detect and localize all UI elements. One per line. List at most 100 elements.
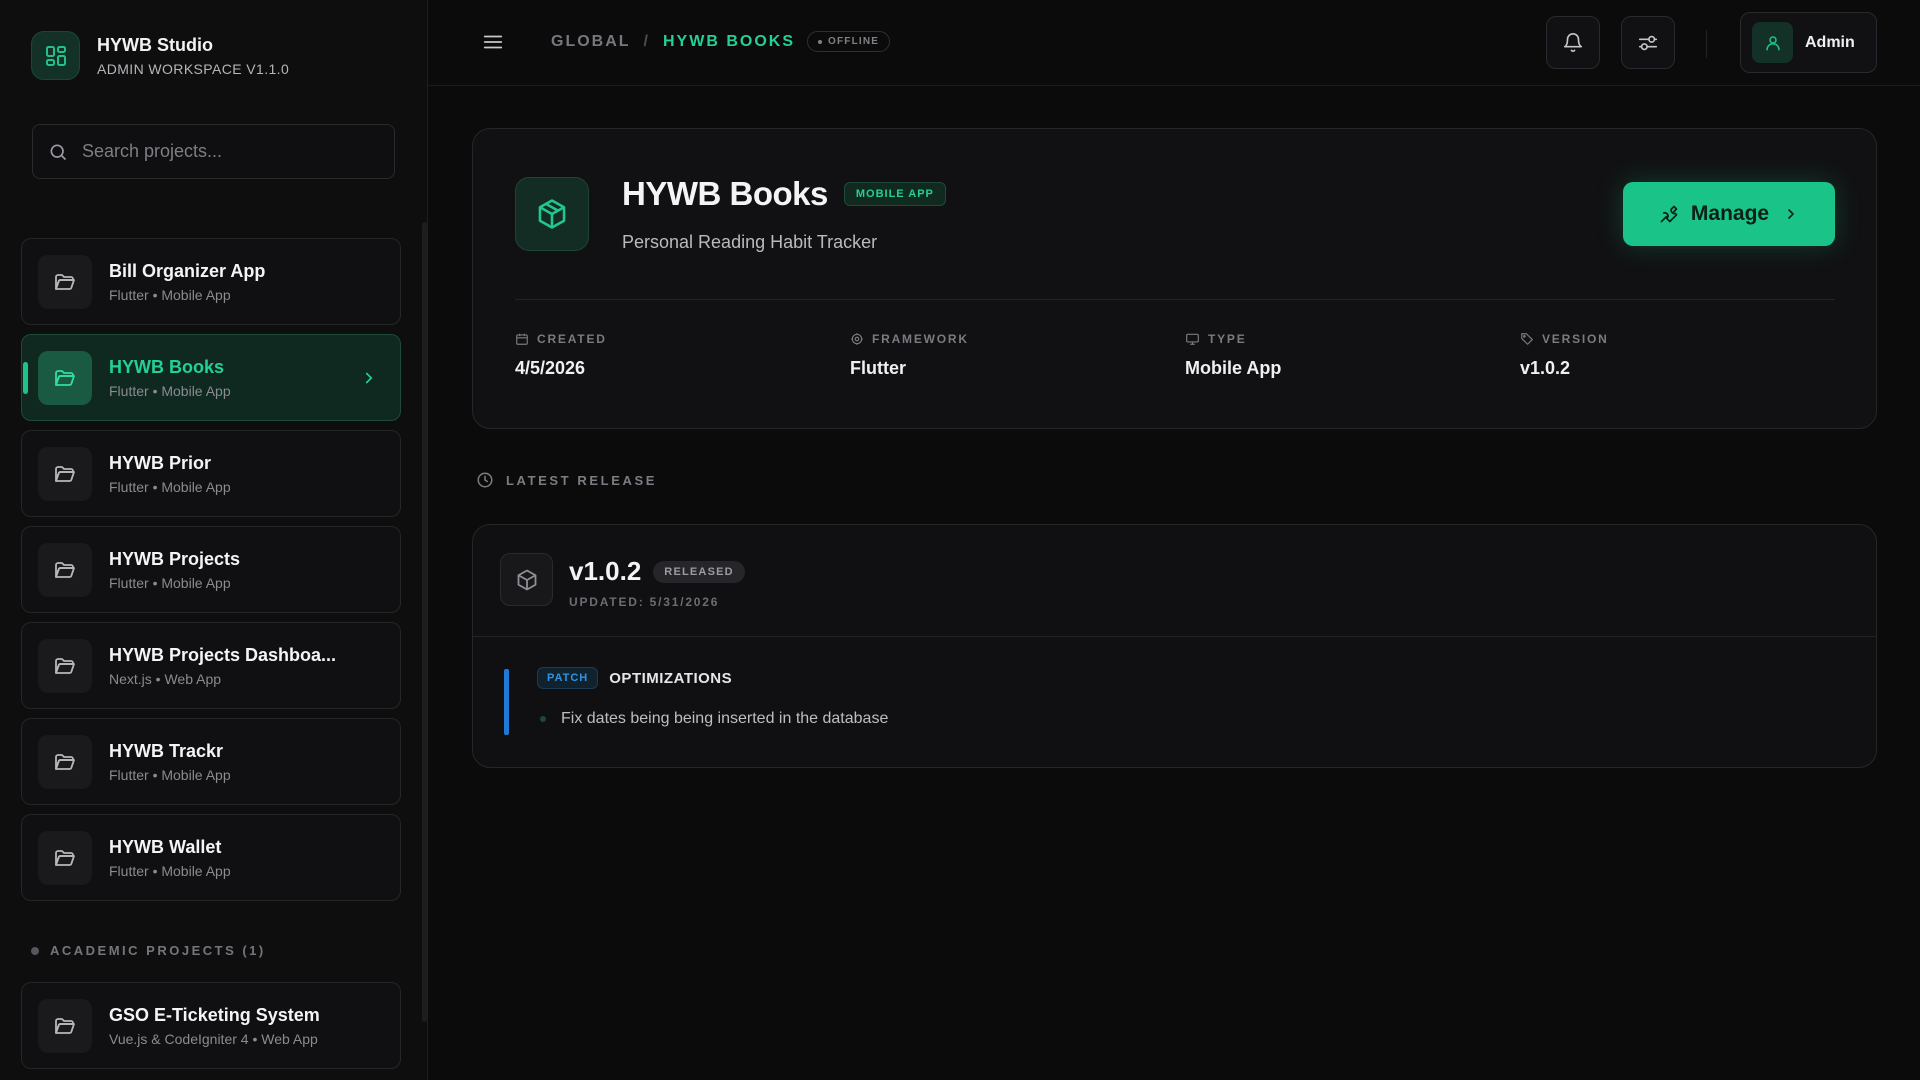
release-group-header: PATCH OPTIMIZATIONS — [537, 667, 732, 689]
sidebar-item-gso-e-ticketing[interactable]: GSO E-Ticketing System Vue.js & CodeIgni… — [21, 982, 401, 1069]
project-name: HYWB Wallet — [109, 836, 222, 857]
sliders-icon — [1637, 32, 1659, 54]
project-meta: Flutter • Mobile App — [109, 766, 231, 783]
header-divider — [1706, 30, 1707, 58]
monitor-icon — [1186, 333, 1199, 345]
search-icon — [48, 142, 68, 162]
page-title: HYWB Books — [622, 175, 828, 212]
top-header: GLOBAL / HYWB BOOKS OFFLINE Admin — [428, 0, 1920, 86]
project-meta: Flutter • Mobile App — [109, 574, 231, 591]
folder-icon — [38, 446, 92, 501]
card-divider — [515, 299, 1835, 300]
stat-framework: FRAMEWORK Flutter — [850, 332, 969, 379]
sidebar-scrollbar[interactable] — [422, 222, 427, 1022]
release-divider — [473, 636, 1876, 637]
project-name: HYWB Projects Dashboa... — [109, 644, 337, 665]
breadcrumb-current: HYWB BOOKS — [663, 32, 795, 50]
user-icon — [1752, 22, 1793, 63]
folder-icon — [38, 542, 92, 597]
sidebar-item-hywb-trackr[interactable]: HYWB Trackr Flutter • Mobile App — [21, 718, 401, 805]
project-meta: Flutter • Mobile App — [109, 382, 231, 399]
status-dot-icon — [818, 39, 822, 44]
dot-icon — [31, 946, 39, 955]
project-name: HYWB Projects — [109, 548, 241, 569]
project-meta: Next.js • Web App — [109, 670, 222, 687]
sidebar-item-bill-organizer-app[interactable]: Bill Organizer App Flutter • Mobile App — [21, 238, 401, 325]
project-list: Bill Organizer App Flutter • Mobile App … — [21, 238, 401, 910]
release-version: v1.0.2 — [569, 556, 642, 586]
folder-icon — [38, 638, 92, 693]
stat-value: Mobile App — [1185, 358, 1282, 378]
stat-label: FRAMEWORK — [872, 332, 969, 346]
filters-button[interactable] — [1621, 16, 1675, 69]
list-item: Fix dates being being inserted in the da… — [540, 710, 888, 728]
project-name: GSO E-Ticketing System — [109, 1004, 320, 1025]
project-meta: Flutter • Mobile App — [109, 862, 231, 879]
breadcrumb-global[interactable]: GLOBAL — [551, 33, 631, 51]
brand[interactable]: HYWB Studio ADMIN WORKSPACE V1.1.0 — [31, 31, 289, 80]
folder-open-icon — [38, 350, 92, 405]
project-name: HYWB Trackr — [109, 740, 224, 761]
menu-icon[interactable] — [482, 31, 504, 53]
patch-accent-bar — [504, 669, 509, 735]
calendar-icon — [516, 333, 528, 345]
project-type-badge: MOBILE APP — [843, 182, 946, 206]
project-name: Bill Organizer App — [109, 260, 266, 281]
manage-button[interactable]: Manage — [1623, 182, 1835, 246]
user-menu-button[interactable]: Admin — [1740, 12, 1877, 73]
search-input[interactable] — [82, 141, 372, 162]
sidebar-item-hywb-prior[interactable]: HYWB Prior Flutter • Mobile App — [21, 430, 401, 517]
status-text: OFFLINE — [828, 36, 880, 47]
patch-badge: PATCH — [537, 667, 599, 689]
academic-project-list: GSO E-Ticketing System Vue.js & CodeIgni… — [21, 982, 401, 1078]
stat-version: VERSION v1.0.2 — [1520, 332, 1609, 379]
academic-section-label[interactable]: ACADEMIC PROJECTS (1) — [31, 943, 266, 958]
stat-label: TYPE — [1208, 332, 1247, 346]
folder-icon — [38, 998, 92, 1053]
release-card: v1.0.2 RELEASED UPDATED: 5/31/2026 PATCH… — [472, 524, 1877, 768]
stat-label: VERSION — [1542, 332, 1609, 346]
latest-release-heading: LATEST RELEASE — [476, 471, 657, 489]
sidebar-item-hywb-wallet[interactable]: HYWB Wallet Flutter • Mobile App — [21, 814, 401, 901]
user-label: Admin — [1805, 33, 1855, 51]
breadcrumb-separator: / — [643, 32, 650, 50]
active-indicator — [23, 362, 28, 394]
package-icon — [500, 553, 553, 606]
clock-icon — [477, 472, 493, 488]
release-note: Fix dates being being inserted in the da… — [561, 710, 889, 727]
search-box — [32, 124, 395, 179]
sidebar: HYWB Studio ADMIN WORKSPACE V1.1.0 Bill … — [0, 0, 428, 1080]
stat-value: 4/5/2026 — [515, 358, 586, 378]
project-description: Personal Reading Habit Tracker — [622, 232, 878, 252]
tag-icon — [1521, 333, 1533, 345]
project-title-row: HYWB Books MOBILE APP — [622, 175, 946, 213]
stat-type: TYPE Mobile App — [1185, 332, 1281, 379]
project-name: HYWB Books — [109, 356, 225, 377]
package-icon — [515, 177, 589, 251]
project-meta: Flutter • Mobile App — [109, 478, 231, 495]
sidebar-item-hywb-projects[interactable]: HYWB Projects Flutter • Mobile App — [21, 526, 401, 613]
release-updated: UPDATED: 5/31/2026 — [569, 595, 720, 609]
brand-subtitle: ADMIN WORKSPACE V1.1.0 — [97, 60, 290, 77]
bullet-icon — [540, 716, 546, 722]
stat-label: CREATED — [537, 332, 607, 346]
project-overview-card: HYWB Books MOBILE APP Personal Reading H… — [472, 128, 1877, 429]
bell-icon — [1562, 32, 1584, 54]
sidebar-item-hywb-books[interactable]: HYWB Books Flutter • Mobile App — [21, 334, 401, 421]
stat-value: v1.0.2 — [1520, 358, 1571, 378]
academic-section-text: ACADEMIC PROJECTS (1) — [50, 943, 266, 958]
chevron-right-icon — [360, 369, 378, 387]
breadcrumb: GLOBAL / HYWB BOOKS OFFLINE — [551, 31, 891, 52]
chevron-right-icon — [1783, 206, 1799, 222]
folder-icon — [38, 734, 92, 789]
manage-label: Manage — [1690, 202, 1770, 225]
dashboard-grid-icon — [31, 31, 80, 80]
brand-title: HYWB Studio — [97, 34, 213, 55]
stat-value: Flutter — [850, 358, 906, 378]
notifications-button[interactable] — [1546, 16, 1600, 69]
release-status-badge: RELEASED — [653, 560, 745, 583]
project-meta: Flutter • Mobile App — [109, 286, 231, 303]
project-meta: Vue.js & CodeIgniter 4 • Web App — [109, 1030, 318, 1047]
latest-release-label: LATEST RELEASE — [506, 472, 658, 488]
sidebar-item-hywb-projects-dashboard[interactable]: HYWB Projects Dashboa... Next.js • Web A… — [21, 622, 401, 709]
